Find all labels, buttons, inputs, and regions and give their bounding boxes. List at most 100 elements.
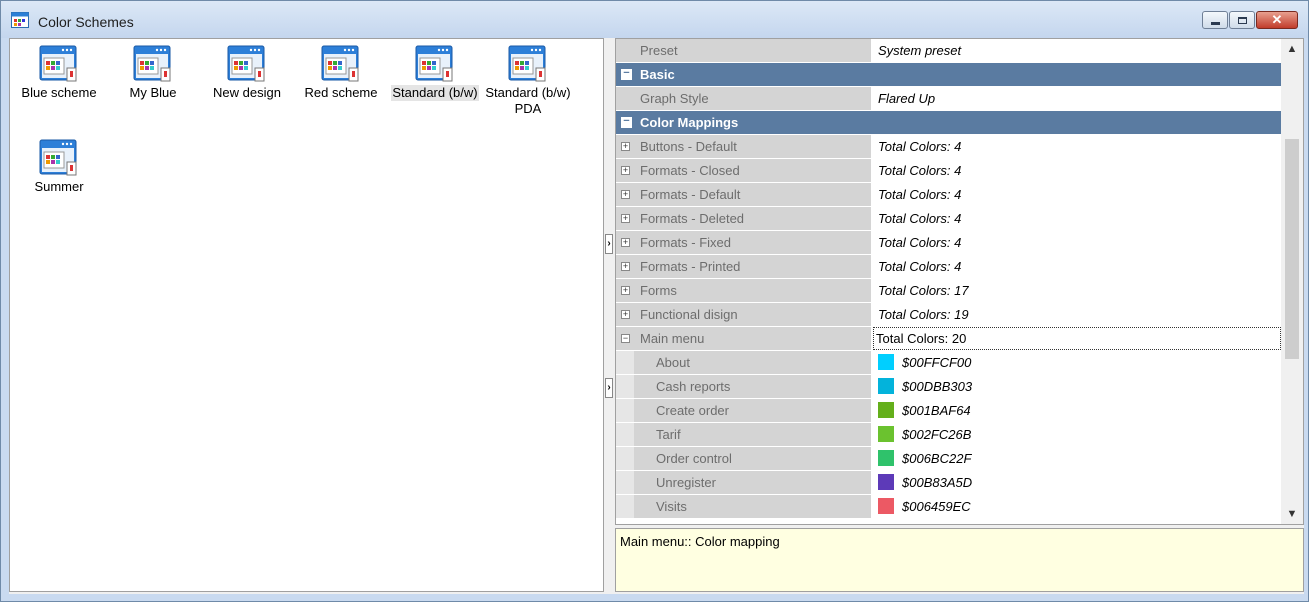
property-value[interactable]: Total Colors: 4 [873, 183, 1281, 206]
row-gutter [616, 423, 634, 446]
expand-icon[interactable]: + [621, 214, 630, 223]
property-row-menu-color[interactable]: About $00FFCF00 [616, 351, 1281, 375]
scheme-icon [39, 139, 77, 176]
property-name: + Formats - Closed [616, 159, 871, 182]
scheme-item-standard-bw[interactable]: Standard (b/w) [388, 39, 482, 101]
title-bar[interactable]: Color Schemes ✕ [1, 1, 1308, 38]
property-row-mapping[interactable]: + Buttons - Default Total Colors: 4 [616, 135, 1281, 159]
property-row-preset[interactable]: Preset System preset [616, 39, 1281, 63]
window-controls: ✕ [1201, 11, 1298, 29]
property-value[interactable]: $002FC26B [873, 423, 1281, 446]
property-value[interactable]: Total Colors: 4 [873, 231, 1281, 254]
category-header: − Color Mappings [616, 111, 871, 134]
property-name-label: Cash reports [656, 379, 731, 394]
scheme-icon [133, 45, 171, 82]
expand-icon[interactable]: + [621, 166, 630, 175]
color-value: $00FFCF00 [902, 355, 972, 370]
minimize-icon [1210, 21, 1220, 25]
property-name-label: Forms [640, 283, 677, 298]
property-name-label: Visits [656, 499, 687, 514]
row-gutter [616, 375, 634, 398]
property-value[interactable]: Flared Up [873, 87, 1281, 110]
expand-icon[interactable]: + [621, 238, 630, 247]
scheme-label: Red scheme [304, 85, 378, 100]
maximize-button[interactable] [1229, 11, 1255, 29]
property-row-mapping[interactable]: + Formats - Printed Total Colors: 4 [616, 255, 1281, 279]
scheme-item-summer[interactable]: Summer [12, 133, 106, 195]
property-value[interactable]: Total Colors: 4 [873, 255, 1281, 278]
property-name: + Formats - Deleted [616, 207, 871, 230]
color-schemes-app-icon [11, 12, 29, 28]
color-value: $006459EC [902, 499, 971, 514]
scheme-item-new-design[interactable]: New design [200, 39, 294, 101]
row-gutter [616, 471, 634, 494]
expand-icon[interactable]: + [621, 286, 630, 295]
property-grid[interactable]: Preset System preset − Basic Graph Style … [615, 38, 1304, 525]
property-value[interactable]: Total Colors: 4 [873, 135, 1281, 158]
scroll-thumb[interactable] [1285, 139, 1299, 359]
pane-splitter[interactable]: › › [604, 38, 615, 592]
property-name: − Main menu [616, 327, 871, 350]
property-value[interactable]: $006BC22F [873, 447, 1281, 470]
expand-arrow-icon[interactable]: › [605, 234, 613, 254]
property-row-mapping[interactable]: + Formats - Default Total Colors: 4 [616, 183, 1281, 207]
expand-icon[interactable]: + [621, 262, 630, 271]
collapse-arrow-icon[interactable]: › [605, 378, 613, 398]
expand-icon[interactable]: + [621, 190, 630, 199]
property-row-menu-color[interactable]: Order control $006BC22F [616, 447, 1281, 471]
property-name: + Functional disign [616, 303, 871, 326]
property-name: Visits [616, 495, 871, 518]
property-name-label: Formats - Closed [640, 163, 740, 178]
property-row-mapping[interactable]: + Formats - Fixed Total Colors: 4 [616, 231, 1281, 255]
collapse-icon[interactable]: − [621, 334, 630, 343]
property-value[interactable]: $006459EC [873, 495, 1281, 518]
property-grid-scrollbar[interactable]: ▲ ▼ [1281, 39, 1303, 524]
property-value[interactable]: $00FFCF00 [873, 351, 1281, 374]
property-row-mapping[interactable]: + Functional disign Total Colors: 19 [616, 303, 1281, 327]
property-row-menu-color[interactable]: Create order $001BAF64 [616, 399, 1281, 423]
property-value[interactable]: $001BAF64 [873, 399, 1281, 422]
scheme-item-red-scheme[interactable]: Red scheme [294, 39, 388, 101]
expand-icon[interactable]: + [621, 142, 630, 151]
close-icon: ✕ [1271, 12, 1283, 27]
property-value[interactable]: System preset [873, 39, 1281, 62]
property-value[interactable]: $00B83A5D [873, 471, 1281, 494]
property-name: + Buttons - Default [616, 135, 871, 158]
property-row-mapping[interactable]: + Forms Total Colors: 17 [616, 279, 1281, 303]
property-row-mapping[interactable]: + Formats - Deleted Total Colors: 4 [616, 207, 1281, 231]
property-value[interactable]: Total Colors: 4 [873, 207, 1281, 230]
property-row-menu-color[interactable]: Tarif $002FC26B [616, 423, 1281, 447]
schemes-list[interactable]: Blue scheme My Blue New design Red schem… [9, 38, 604, 592]
property-row-graph-style[interactable]: Graph Style Flared Up [616, 87, 1281, 111]
property-row-menu-color[interactable]: Visits $006459EC [616, 495, 1281, 519]
property-value[interactable]: Total Colors: 19 [873, 303, 1281, 326]
property-value[interactable]: Total Colors: 4 [873, 159, 1281, 182]
scheme-item-standard-bw-pda[interactable]: Standard (b/w) PDA [481, 39, 575, 117]
property-row-mapping[interactable]: + Formats - Closed Total Colors: 4 [616, 159, 1281, 183]
property-name-label: Unregister [656, 475, 716, 490]
maximize-icon [1237, 16, 1247, 24]
property-row-main-menu[interactable]: − Main menu Total Colors: 20 [616, 327, 1281, 351]
category-color-mappings[interactable]: − Color Mappings [616, 111, 1281, 135]
property-name-label: Tarif [656, 427, 681, 442]
scroll-up-icon[interactable]: ▲ [1281, 39, 1303, 59]
property-value[interactable]: Total Colors: 20 [873, 327, 1281, 350]
minimize-button[interactable] [1202, 11, 1228, 29]
color-swatch [878, 354, 894, 371]
category-fill [871, 63, 1281, 86]
scroll-down-icon[interactable]: ▼ [1281, 504, 1303, 524]
scheme-item-my-blue[interactable]: My Blue [106, 39, 200, 101]
property-row-menu-color[interactable]: Cash reports $00DBB303 [616, 375, 1281, 399]
property-value[interactable]: $00DBB303 [873, 375, 1281, 398]
property-row-menu-color[interactable]: Unregister $00B83A5D [616, 471, 1281, 495]
color-value: $006BC22F [902, 451, 972, 466]
expand-icon[interactable]: + [621, 310, 630, 319]
category-basic[interactable]: − Basic [616, 63, 1281, 87]
scheme-item-blue-scheme[interactable]: Blue scheme [12, 39, 106, 101]
close-button[interactable]: ✕ [1256, 11, 1298, 29]
row-gutter [616, 399, 634, 422]
collapse-icon[interactable]: − [621, 68, 632, 80]
property-value[interactable]: Total Colors: 17 [873, 279, 1281, 302]
collapse-icon[interactable]: − [621, 116, 632, 128]
property-name-label: Buttons - Default [640, 139, 737, 154]
